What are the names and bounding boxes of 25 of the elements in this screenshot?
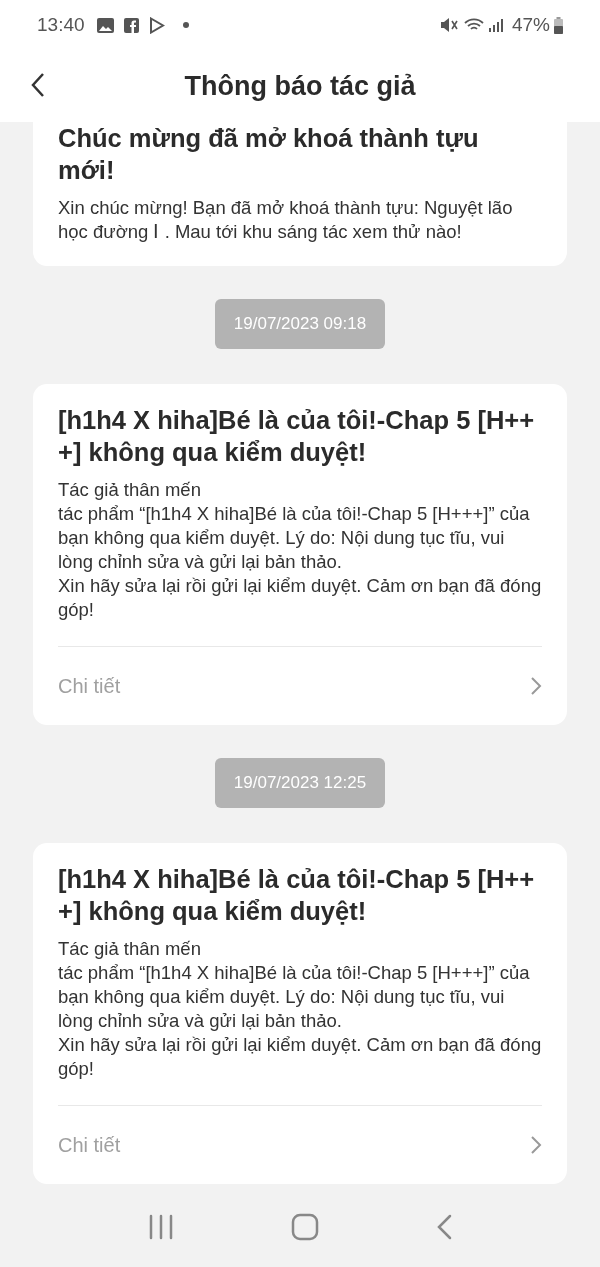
notification-body: Xin chúc mừng! Bạn đã mở khoá thành tựu: Nguyệt lão học đường Ⅰ . Mau tới khu sáng tác xem thử nào! — [58, 196, 514, 244]
recent-apps-icon[interactable] — [148, 1214, 175, 1240]
date-label: 19/07/2023 12:25 — [214, 758, 386, 808]
dot-icon — [182, 22, 189, 28]
image-icon — [96, 17, 114, 33]
status-time: 13:40 — [37, 12, 85, 37]
signal-icon — [487, 17, 504, 33]
battery-icon — [554, 16, 563, 34]
chevron-right-icon — [530, 1135, 542, 1155]
details-link[interactable]: Chi tiết — [58, 671, 121, 701]
notification-body: Tác giả thân mến tác phẩm “[h1h4 X hiha]Bé là của tôi!-Chap 5 [H+++]” của bạn không qua kiểm duyệt. Lý do: Nội dung tục tĩu, vui lòng chỉnh sửa và gửi lại bản thảo. Xin hãy sửa lại rồi gửi lại kiểm duyệt. Cảm ơn bạn đã đóng góp! — [58, 478, 542, 622]
notification-title: [h1h4 X hiha]Bé là của tôi!-Chap 5 [H++ +] không qua kiểm duyệt! — [58, 405, 536, 468]
details-link[interactable]: Chi tiết — [58, 1130, 121, 1160]
date-label: 19/07/2023 09:18 — [214, 299, 386, 349]
mute-icon — [439, 17, 458, 33]
play-store-icon — [148, 16, 165, 34]
back-icon[interactable] — [435, 1214, 452, 1240]
chevron-right-icon — [530, 676, 542, 696]
home-icon[interactable] — [291, 1213, 319, 1241]
facebook-icon — [123, 17, 139, 33]
battery-percent: 47% — [511, 12, 550, 37]
notification-body: Tác giả thân mến tác phẩm “[h1h4 X hiha]Bé là của tôi!-Chap 5 [H+++]” của bạn không qua kiểm duyệt. Lý do: Nội dung tục tĩu, vui lòng chỉnh sửa và gửi lại bản thảo. Xin hãy sửa lại rồi gửi lại kiểm duyệt. Cảm ơn bạn đã đóng góp! — [58, 937, 542, 1081]
notification-title: [h1h4 X hiha]Bé là của tôi!-Chap 5 [H++ +] không qua kiểm duyệt! — [58, 864, 536, 927]
notification-title: Chúc mừng đã mở khoá thành tựu mới! — [58, 123, 480, 186]
page-title: Thông báo tác giả — [184, 69, 416, 103]
